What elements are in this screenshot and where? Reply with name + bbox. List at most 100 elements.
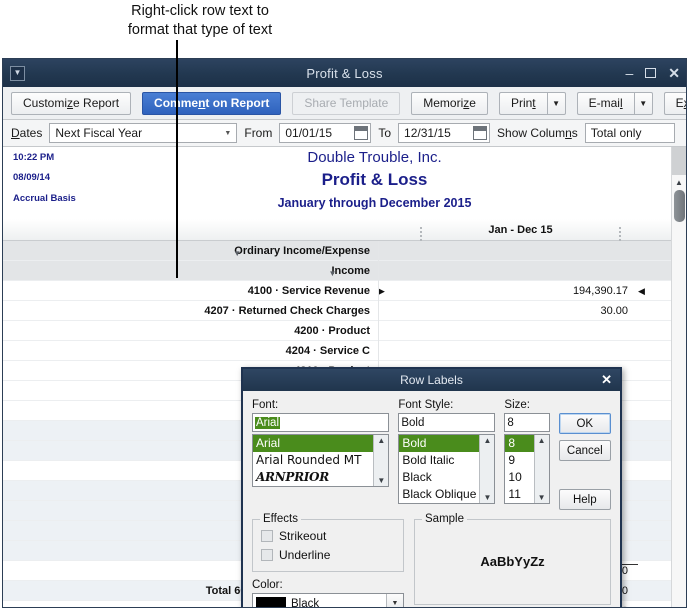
customize-report-button[interactable]: Customi z e Report: [11, 91, 132, 115]
underline-checkbox[interactable]: [261, 548, 273, 561]
email-button[interactable]: E-mai l: [576, 91, 634, 115]
row-label[interactable]: 4204 · Service C: [3, 345, 378, 357]
font-style-label: Font Style:: [398, 399, 454, 411]
row-label[interactable]: 4207 · Returned Check Charges: [3, 305, 378, 317]
table-row[interactable]: Ordinary Income/Expense ▼: [3, 241, 686, 261]
collapse-arrow-icon[interactable]: ◀: [638, 286, 645, 296]
calendar-icon[interactable]: [354, 126, 369, 140]
scroll-up-icon[interactable]: ▲: [377, 436, 385, 445]
row-label[interactable]: Ordinary Income/Expense ▼: [3, 245, 378, 258]
column-grip-icon[interactable]: [619, 226, 621, 242]
size-label: Size:: [504, 399, 530, 411]
table-row[interactable]: 4204 · Service C: [3, 341, 686, 361]
font-option[interactable]: Arial Rounded MT: [253, 452, 373, 469]
table-row[interactable]: 4100 · Service Revenue ▶ 194,390.17 ◀: [3, 281, 686, 301]
callout-annotation: Right-click row text to format that type…: [60, 2, 340, 40]
excel-split-button[interactable]: Excel ▼: [663, 91, 686, 115]
table-row[interactable]: 4207 · Returned Check Charges 30.00: [3, 301, 686, 321]
from-label: From: [244, 126, 273, 140]
collapse-triangle-icon[interactable]: ▼: [328, 269, 336, 278]
size-listbox[interactable]: 8 9 10 11 ▲ ▼: [504, 434, 550, 504]
scroll-down-icon[interactable]: ▼: [538, 493, 546, 502]
show-columns-label: Show Columns: [497, 126, 578, 140]
font-option[interactable]: ARNPRIOR: [253, 469, 373, 486]
profit-and-loss-window: ▼ Profit & Loss – ✕ Customize Report Com…: [2, 58, 687, 608]
amount-column-header[interactable]: Jan - Dec 15: [378, 224, 663, 242]
size-input[interactable]: 8: [504, 413, 550, 432]
column-grip-icon[interactable]: [420, 226, 422, 242]
chevron-down-icon[interactable]: ▼: [546, 91, 566, 115]
row-amount[interactable]: 194,390.17: [408, 285, 638, 297]
show-columns-select[interactable]: Total only: [584, 123, 675, 143]
minimize-icon[interactable]: –: [625, 66, 633, 80]
size-option[interactable]: 8: [505, 435, 534, 452]
print-button[interactable]: Prin t: [498, 91, 547, 115]
help-button[interactable]: Help: [558, 489, 611, 510]
font-style-option[interactable]: Black Oblique: [399, 486, 479, 503]
strikeout-row[interactable]: Strikeout: [261, 526, 395, 545]
sample-text: AaBbYyZz: [480, 554, 545, 569]
color-select[interactable]: Black ▼: [252, 593, 404, 607]
sample-legend: Sample: [422, 513, 467, 525]
report-title: Profit & Loss: [321, 170, 428, 189]
table-row[interactable]: 4200 · Product: [3, 321, 686, 341]
excel-button[interactable]: Excel: [663, 91, 686, 115]
expand-arrow-icon[interactable]: ▶: [378, 286, 385, 296]
scrollbar-thumb[interactable]: [674, 190, 685, 222]
size-option[interactable]: 10: [505, 469, 533, 486]
close-icon[interactable]: ✕: [668, 66, 680, 80]
to-date-input[interactable]: 12/31/15: [398, 123, 491, 143]
report-subtitle: January through December 2015: [277, 196, 472, 210]
font-input[interactable]: Arial: [252, 413, 390, 432]
dates-select[interactable]: Next Fiscal Year ▼: [49, 123, 238, 143]
size-list-scrollbar[interactable]: ▲ ▼: [533, 435, 549, 503]
font-style-option[interactable]: Bold: [399, 435, 480, 452]
size-option[interactable]: 9: [505, 452, 533, 469]
scrollbar-track[interactable]: [672, 147, 686, 175]
size-option[interactable]: 11: [505, 486, 533, 503]
show-columns-value: Total only: [590, 126, 642, 140]
email-split-button[interactable]: E-mai l ▼: [576, 91, 653, 115]
dialog-body: Font: Arial Arial Arial Rounded MT ARNPRIO…: [243, 391, 620, 607]
scroll-up-icon[interactable]: ▲: [538, 436, 546, 445]
font-list-scrollbar[interactable]: ▲ ▼: [373, 435, 389, 486]
font-style-option[interactable]: Bold Italic: [399, 452, 479, 469]
window-title: Profit & Loss: [306, 65, 383, 81]
print-split-button[interactable]: Prin t ▼: [498, 91, 566, 115]
scroll-up-icon[interactable]: ▲: [672, 176, 686, 189]
comment-on-report-button[interactable]: Comment on Report: [142, 91, 282, 115]
font-option[interactable]: Arial: [253, 435, 374, 452]
scroll-down-icon[interactable]: ▼: [483, 493, 491, 502]
close-icon[interactable]: ✕: [601, 372, 612, 388]
row-label[interactable]: 4100 · Service Revenue: [3, 285, 378, 297]
share-template-button[interactable]: Share Template: [292, 91, 401, 115]
from-date-input[interactable]: 01/01/15: [279, 123, 372, 143]
strikeout-label: Strikeout: [279, 528, 327, 543]
calendar-icon[interactable]: [473, 126, 488, 140]
memorize-button[interactable]: Memori z e: [411, 91, 488, 115]
company-name: Double Trouble, Inc.: [307, 149, 442, 166]
scroll-down-icon[interactable]: ▼: [377, 476, 385, 485]
chevron-down-icon[interactable]: ▼: [386, 594, 403, 607]
strikeout-checkbox[interactable]: [261, 529, 273, 542]
maximize-icon[interactable]: [645, 68, 657, 78]
ok-button[interactable]: OK: [558, 413, 611, 434]
table-row[interactable]: Income ▼: [3, 261, 686, 281]
report-vertical-scrollbar[interactable]: ▲: [671, 147, 686, 607]
row-amount[interactable]: 30.00: [408, 305, 638, 317]
collapse-triangle-icon[interactable]: ▼: [233, 249, 241, 258]
callout-line-2: format that type of text: [127, 22, 273, 39]
row-label[interactable]: 4200 · Product: [3, 325, 378, 337]
row-label[interactable]: Income ▼: [3, 265, 378, 278]
font-listbox[interactable]: Arial Arial Rounded MT ARNPRIOR ▲ ▼: [252, 434, 390, 487]
font-style-option[interactable]: Black: [399, 469, 479, 486]
chevron-down-icon[interactable]: ▼: [633, 91, 653, 115]
underline-row[interactable]: Underline: [261, 545, 395, 564]
scroll-up-icon[interactable]: ▲: [483, 436, 491, 445]
color-swatch: [256, 597, 286, 607]
font-style-input[interactable]: Bold: [398, 413, 496, 432]
from-date-value: 01/01/15: [285, 126, 333, 140]
style-list-scrollbar[interactable]: ▲ ▼: [479, 435, 495, 503]
font-style-listbox[interactable]: Bold Bold Italic Black Black Oblique ▲ ▼: [398, 434, 496, 504]
cancel-button[interactable]: Cancel: [558, 440, 611, 461]
